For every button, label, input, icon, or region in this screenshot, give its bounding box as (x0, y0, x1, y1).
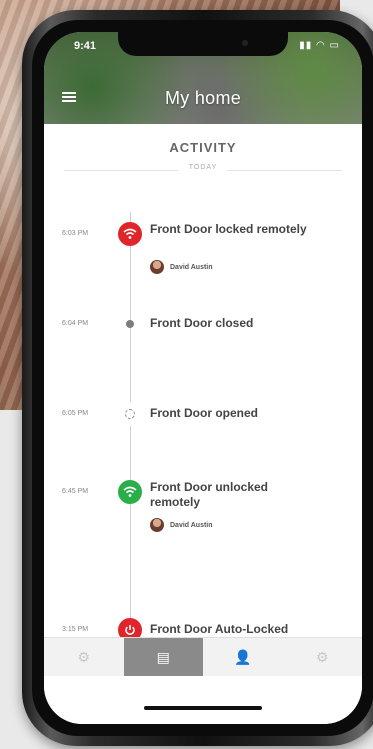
phone-screen: 9:41 ▮▮ ◠ ▭ My home ACTIVITY TODAY 6:03 … (44, 32, 362, 724)
event-time: 6:03 PM (62, 230, 89, 237)
dot-icon (118, 312, 142, 336)
phone-bezel: 9:41 ▮▮ ◠ ▭ My home ACTIVITY TODAY 6:03 … (32, 20, 373, 736)
activity-title: ACTIVITY (169, 140, 237, 155)
event-text: Front Door unlocked remotely (150, 480, 268, 509)
phone-frame: 9:41 ▮▮ ◠ ▭ My home ACTIVITY TODAY 6:03 … (22, 10, 373, 746)
event-text: Front Door locked remotely (150, 222, 307, 236)
app-header: 9:41 ▮▮ ◠ ▭ My home (44, 32, 362, 124)
event-text: Front Door Auto-Locked (150, 622, 289, 636)
home-indicator[interactable] (144, 706, 262, 710)
tab-bar: ⚙ ▤ 👤 ⚙ (44, 637, 362, 676)
status-icons: ▮▮ ◠ ▭ (299, 40, 340, 51)
tab-users[interactable]: 👤 (203, 638, 283, 676)
event-user: David Austin (150, 260, 213, 274)
event-user: David Austin (150, 518, 213, 532)
avatar (150, 518, 164, 532)
activity-icon: ▤ (156, 648, 170, 665)
home-area (44, 676, 362, 724)
user-name: David Austin (170, 521, 213, 529)
tab-settings[interactable]: ⚙ (44, 638, 124, 676)
event-time: 3:15 PM (62, 626, 89, 633)
wifi-icon (118, 480, 142, 504)
gear-icon: ⚙ (315, 648, 329, 665)
settings-icon: ⚙ (77, 648, 91, 665)
user-icon: 👤 (234, 648, 252, 665)
event-time: 6:05 PM (62, 410, 89, 417)
tab-gear[interactable]: ⚙ (283, 638, 363, 676)
user-name: David Austin (170, 263, 213, 271)
event-time: 6:45 PM (62, 488, 89, 495)
phone-notch (118, 32, 288, 56)
avatar (150, 260, 164, 274)
status-time: 9:41 (74, 40, 97, 52)
wifi-icon (118, 222, 142, 246)
event-text: Front Door opened (150, 406, 258, 420)
event-time: 6:04 PM (62, 320, 89, 327)
camera-icon (242, 40, 248, 46)
page-title: My home (164, 88, 242, 108)
dashed-ring-icon (118, 402, 142, 426)
event-text: Front Door closed (150, 316, 254, 330)
day-label: TODAY (178, 164, 228, 171)
day-separator: TODAY (64, 164, 342, 176)
tab-activity[interactable]: ▤ (123, 638, 203, 676)
